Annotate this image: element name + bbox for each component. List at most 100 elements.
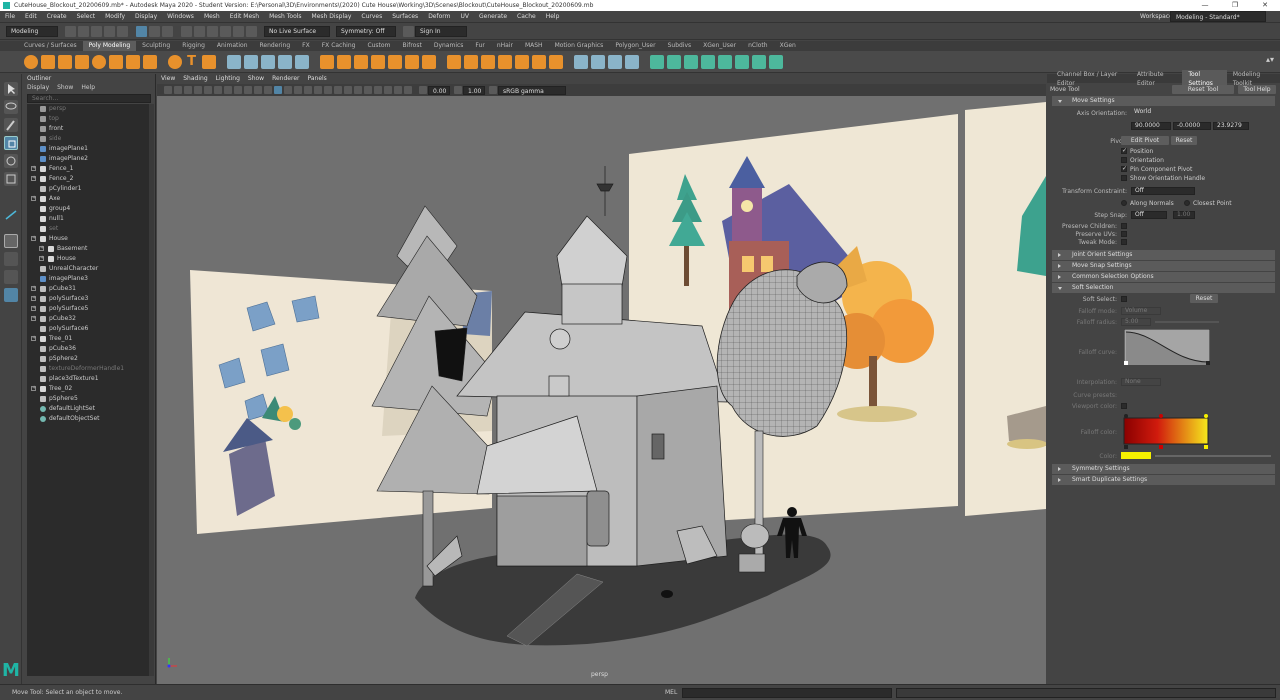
shelf-tab-fur[interactable]: Fur	[469, 41, 490, 51]
symmetry-dropdown[interactable]: Symmetry: Off	[336, 25, 396, 37]
along-normals-radio[interactable]	[1121, 200, 1127, 206]
rotate-tool-icon[interactable]	[4, 154, 18, 168]
position-checkbox[interactable]: ✓	[1121, 148, 1127, 154]
outliner-item[interactable]: + House	[27, 254, 149, 264]
menu-cache[interactable]: Cache	[512, 11, 541, 23]
outliner-item[interactable]: + House	[27, 234, 149, 244]
gate-mask-icon[interactable]	[234, 86, 242, 94]
falloff-radius-slider[interactable]	[1155, 321, 1219, 323]
shelf-scroll-arrows[interactable]: ▴▾	[1266, 55, 1274, 64]
outliner-item[interactable]: + Axe	[27, 194, 149, 204]
viewport-menu-show[interactable]: Show	[244, 74, 268, 84]
menu-generate[interactable]: Generate	[474, 11, 512, 23]
color-slider[interactable]	[1155, 455, 1271, 457]
poly-plane-icon[interactable]	[108, 54, 123, 69]
interpolation-dropdown[interactable]: None	[1121, 378, 1161, 386]
grid-toggle-icon[interactable]	[204, 86, 212, 94]
connect-icon[interactable]	[480, 54, 495, 69]
color-management-icon[interactable]	[489, 86, 497, 94]
persp-graph-layout-icon[interactable]	[4, 288, 18, 302]
last-tool-icon[interactable]	[4, 208, 18, 222]
exposure-field[interactable]: 0.00	[428, 85, 450, 95]
append-poly-icon[interactable]	[370, 54, 385, 69]
outliner-item[interactable]: group4	[27, 204, 149, 214]
four-view-icon[interactable]	[4, 252, 18, 266]
sculpt-icon[interactable]	[573, 54, 588, 69]
shelf-tab-xgen-user[interactable]: XGen_User	[697, 41, 742, 51]
move-snap-settings-section[interactable]: Move Snap Settings	[1052, 261, 1275, 271]
menu-edit[interactable]: Edit	[20, 11, 42, 23]
poly-disc-icon[interactable]	[125, 54, 140, 69]
soft-selection-section[interactable]: Soft Selection	[1052, 283, 1275, 293]
viewport-menu-lighting[interactable]: Lighting	[212, 74, 244, 84]
snap-grid-icon[interactable]	[181, 25, 192, 37]
super-shape-icon[interactable]	[167, 54, 182, 69]
step-snap-dropdown[interactable]: Off	[1131, 211, 1167, 219]
viewport-menu-view[interactable]: View	[157, 74, 179, 84]
falloff-mode-dropdown[interactable]: Volume	[1121, 307, 1161, 315]
shelf-tab-custom[interactable]: Custom	[361, 41, 396, 51]
snap-point-icon[interactable]	[207, 25, 218, 37]
menu-file[interactable]: File	[0, 11, 20, 23]
shelf-tab-rendering[interactable]: Rendering	[254, 41, 297, 51]
menu-edit-mesh[interactable]: Edit Mesh	[225, 11, 264, 23]
joint-orient-settings-section[interactable]: Joint Orient Settings	[1052, 250, 1275, 260]
smart-duplicate-settings-section[interactable]: Smart Duplicate Settings	[1052, 475, 1275, 485]
viewport-menu-panels[interactable]: Panels	[303, 74, 330, 84]
shelf-tab-dynamics[interactable]: Dynamics	[428, 41, 470, 51]
menu-deform[interactable]: Deform	[423, 11, 455, 23]
poly-cube-icon[interactable]	[40, 54, 55, 69]
outliner-menu-show[interactable]: Show	[53, 84, 77, 91]
shelf-tab-mash[interactable]: MASH	[519, 41, 549, 51]
orientation-checkbox[interactable]	[1121, 157, 1127, 163]
close-button[interactable]: ✕	[1250, 0, 1280, 11]
uv-auto-icon[interactable]	[666, 54, 681, 69]
uv-toolkit-icon[interactable]	[768, 54, 783, 69]
open-scene-icon[interactable]	[78, 25, 89, 37]
outliner-item[interactable]: pSphere2	[27, 354, 149, 364]
shelf-tab-nhair[interactable]: nHair	[491, 41, 519, 51]
gamma-field[interactable]: 1.00	[463, 85, 485, 95]
type-tool-icon[interactable]: T	[184, 54, 199, 69]
fill-hole-icon[interactable]	[387, 54, 402, 69]
soft-select-reset-button[interactable]: Reset	[1190, 294, 1218, 303]
xray-joints-icon[interactable]	[394, 86, 402, 94]
step-snap-value-field[interactable]: 1.00	[1173, 211, 1195, 219]
camera-select-icon[interactable]	[164, 86, 172, 94]
workspace-dropdown[interactable]: Modeling - Standard*	[1170, 11, 1266, 22]
move-tool-icon[interactable]	[4, 136, 18, 150]
aa-icon[interactable]	[354, 86, 362, 94]
outliner-item[interactable]: pCube36	[27, 344, 149, 354]
mode-dropdown[interactable]: Modeling	[6, 25, 58, 37]
axis-z-field[interactable]: 23.9279	[1213, 122, 1249, 130]
tweak-mode-checkbox[interactable]	[1121, 239, 1127, 245]
outliner-item[interactable]: pCylinder1	[27, 184, 149, 194]
outliner-search-input[interactable]: Search...	[27, 94, 151, 103]
quad-draw-icon[interactable]	[497, 54, 512, 69]
svg-tool-icon[interactable]	[201, 54, 216, 69]
viewport-menu-renderer[interactable]: Renderer	[268, 74, 303, 84]
offset-loop-icon[interactable]	[531, 54, 546, 69]
shelf-tab-rigging[interactable]: Rigging	[176, 41, 211, 51]
menu-mesh[interactable]: Mesh	[199, 11, 225, 23]
outliner-menu-display[interactable]: Display	[23, 84, 53, 91]
edit-pivot-button[interactable]: Edit Pivot	[1121, 136, 1169, 145]
lasso-tool-icon[interactable]	[4, 100, 18, 114]
redo-icon[interactable]	[117, 25, 128, 37]
single-perspective-view-icon[interactable]	[4, 234, 18, 248]
select-hierarchy-icon[interactable]	[136, 25, 147, 37]
textured-icon[interactable]	[304, 86, 312, 94]
menu-mesh-tools[interactable]: Mesh Tools	[264, 11, 306, 23]
outliner-item[interactable]: + pCube31	[27, 284, 149, 294]
outliner-item[interactable]: + Tree_01	[27, 334, 149, 344]
viewport-panel[interactable]: View Shading Lighting Show Renderer Pane…	[157, 74, 1046, 684]
select-object-icon[interactable]	[149, 25, 160, 37]
shelf-tab-fx[interactable]: FX	[296, 41, 316, 51]
outliner-item[interactable]: + Fence_1	[27, 164, 149, 174]
outliner-item[interactable]: + polySurface3	[27, 294, 149, 304]
shelf-tab-curves-surfaces[interactable]: Curves / Surfaces	[18, 41, 83, 51]
expand-toggle-icon[interactable]: +	[31, 196, 36, 201]
scale-tool-icon[interactable]	[4, 172, 18, 186]
menu-select[interactable]: Select	[72, 11, 101, 23]
shelf-tab-xgen[interactable]: XGen	[774, 41, 802, 51]
